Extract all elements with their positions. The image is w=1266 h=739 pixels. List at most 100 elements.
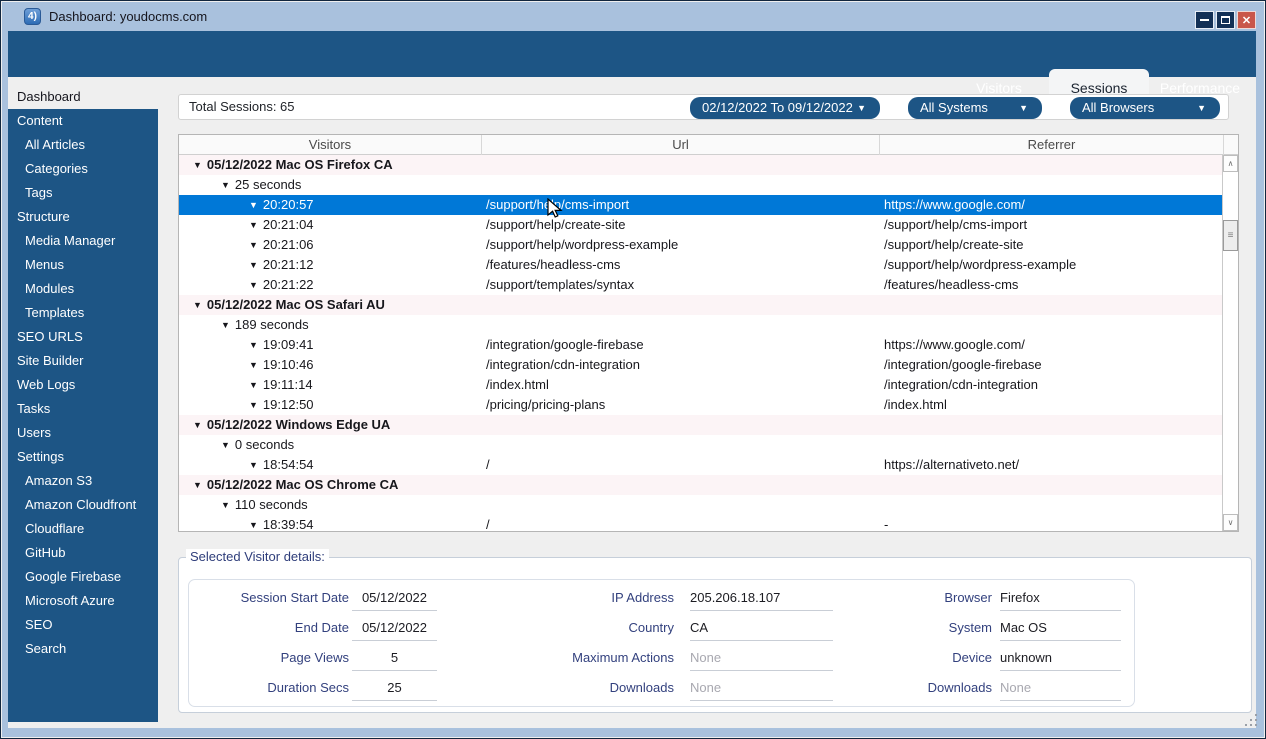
sidebar-item-tags[interactable]: Tags	[8, 181, 158, 205]
sidebar-item-amazon-cloudfront[interactable]: Amazon Cloudfront	[8, 493, 158, 517]
browsers-dropdown[interactable]: All Browsers▼	[1070, 97, 1220, 119]
url-cell: /	[486, 455, 876, 475]
sidebar-item-search[interactable]: Search	[8, 637, 158, 661]
sidebar-item-all-articles[interactable]: All Articles	[8, 133, 158, 157]
resize-grip[interactable]	[1243, 712, 1257, 726]
collapse-triangle-icon[interactable]: ▼	[249, 240, 258, 250]
collapse-triangle-icon[interactable]: ▼	[193, 160, 202, 170]
sidebar-item-settings[interactable]: Settings	[8, 445, 158, 469]
url-cell: /support/help/create-site	[486, 215, 876, 235]
referrer-cell: -	[884, 515, 1220, 531]
details-fields-panel: Session Start Date05/12/2022End Date05/1…	[188, 579, 1135, 707]
column-header-url[interactable]: Url	[482, 135, 880, 155]
sidebar-item-categories[interactable]: Categories	[8, 157, 158, 181]
session-row[interactable]: ▼20:21:06/support/help/wordpress-example…	[179, 235, 1222, 255]
sidebar-item-cloudflare[interactable]: Cloudflare	[8, 517, 158, 541]
collapse-triangle-icon[interactable]: ▼	[249, 460, 258, 470]
visitor-label: 19:11:14	[263, 377, 313, 392]
collapse-triangle-icon[interactable]: ▼	[249, 380, 258, 390]
collapse-triangle-icon[interactable]: ▼	[221, 500, 230, 510]
column-header-visitors[interactable]: Visitors	[179, 135, 482, 155]
sidebar-item-users[interactable]: Users	[8, 421, 158, 445]
session-row[interactable]: ▼20:21:04/support/help/create-site/suppo…	[179, 215, 1222, 235]
visitor-cell: ▼05/12/2022 Windows Edge UA	[193, 415, 1222, 435]
session-row[interactable]: ▼20:20:57/support/help/cms-importhttps:/…	[179, 195, 1222, 215]
session-row[interactable]: ▼20:21:12/features/headless-cms/support/…	[179, 255, 1222, 275]
collapse-triangle-icon[interactable]: ▼	[221, 440, 230, 450]
maximize-button[interactable]	[1216, 11, 1235, 29]
date-range-dropdown[interactable]: 02/12/2022 To 09/12/2022▼	[690, 97, 880, 119]
titlebar: 4) Dashboard: youdocms.com ✕	[2, 2, 1264, 31]
details-legend: Selected Visitor details:	[186, 549, 329, 564]
visitor-label: 05/12/2022 Mac OS Chrome CA	[207, 477, 398, 492]
visitor-label: 189 seconds	[235, 317, 309, 332]
collapse-triangle-icon[interactable]: ▼	[249, 200, 258, 210]
scrollbar-thumb[interactable]: ≡	[1223, 220, 1238, 251]
sidebar-item-amazon-s3[interactable]: Amazon S3	[8, 469, 158, 493]
sidebar-item-dashboard[interactable]: Dashboard	[8, 85, 158, 109]
scroll-down-icon[interactable]: ∨	[1223, 514, 1238, 531]
app-window: 4) Dashboard: youdocms.com ✕ Visitors Ses…	[0, 0, 1266, 739]
url-cell: /support/templates/syntax	[486, 275, 876, 295]
collapse-triangle-icon[interactable]: ▼	[249, 520, 258, 530]
sidebar-item-seo-urls[interactable]: SEO URLS	[8, 325, 158, 349]
column-header-referrer[interactable]: Referrer	[880, 135, 1224, 155]
visitor-label: 19:10:46	[263, 357, 314, 372]
referrer-cell: /features/headless-cms	[884, 275, 1220, 295]
session-duration-row[interactable]: ▼ 110 seconds	[179, 495, 1222, 515]
sidebar-item-menus[interactable]: Menus	[8, 253, 158, 277]
sidebar-item-templates[interactable]: Templates	[8, 301, 158, 325]
collapse-triangle-icon[interactable]: ▼	[221, 320, 230, 330]
collapse-triangle-icon[interactable]: ▼	[249, 360, 258, 370]
collapse-triangle-icon[interactable]: ▼	[221, 180, 230, 190]
sidebar-item-media-manager[interactable]: Media Manager	[8, 229, 158, 253]
collapse-triangle-icon[interactable]: ▼	[193, 300, 202, 310]
collapse-triangle-icon[interactable]: ▼	[249, 340, 258, 350]
sidebar-item-site-builder[interactable]: Site Builder	[8, 349, 158, 373]
sidebar-item-content[interactable]: Content	[8, 109, 158, 133]
session-row[interactable]: ▼19:10:46/integration/cdn-integration/in…	[179, 355, 1222, 375]
systems-dropdown[interactable]: All Systems▼	[908, 97, 1042, 119]
session-group-row[interactable]: ▼05/12/2022 Mac OS Safari AU	[179, 295, 1222, 315]
collapse-triangle-icon[interactable]: ▼	[193, 420, 202, 430]
visitor-label: 19:09:41	[263, 337, 314, 352]
sidebar-item-google-firebase[interactable]: Google Firebase	[8, 565, 158, 589]
sidebar-item-microsoft-azure[interactable]: Microsoft Azure	[8, 589, 158, 613]
minimize-button[interactable]	[1195, 11, 1214, 29]
collapse-triangle-icon[interactable]: ▼	[249, 220, 258, 230]
session-duration-row[interactable]: ▼ 189 seconds	[179, 315, 1222, 335]
visitor-label: 20:21:22	[263, 277, 314, 292]
total-sessions-label: Total Sessions: 65	[189, 95, 295, 119]
collapse-triangle-icon[interactable]: ▼	[193, 480, 202, 490]
collapse-triangle-icon[interactable]: ▼	[249, 400, 258, 410]
close-button[interactable]: ✕	[1237, 11, 1256, 29]
sidebar-item-web-logs[interactable]: Web Logs	[8, 373, 158, 397]
table-header: VisitorsUrlReferrer	[179, 135, 1238, 155]
session-group-row[interactable]: ▼05/12/2022 Mac OS Firefox CA	[179, 155, 1222, 175]
sidebar-item-seo[interactable]: SEO	[8, 613, 158, 637]
session-duration-row[interactable]: ▼0 seconds	[179, 435, 1222, 455]
sessions-table: VisitorsUrlReferrer ▼05/12/2022 Mac OS F…	[178, 134, 1239, 532]
session-row[interactable]: ▼19:12:50/pricing/pricing-plans/index.ht…	[179, 395, 1222, 415]
sidebar-item-tasks[interactable]: Tasks	[8, 397, 158, 421]
session-row[interactable]: ▼19:11:14/index.html/integration/cdn-int…	[179, 375, 1222, 395]
session-duration-row[interactable]: ▼25 seconds	[179, 175, 1222, 195]
collapse-triangle-icon[interactable]: ▼	[249, 260, 258, 270]
sidebar-item-github[interactable]: GitHub	[8, 541, 158, 565]
session-group-row[interactable]: ▼05/12/2022 Windows Edge UA	[179, 415, 1222, 435]
scroll-up-icon[interactable]: ∧	[1223, 155, 1238, 172]
sidebar-item-structure[interactable]: Structure	[8, 205, 158, 229]
session-row[interactable]: ▼ 20:21:22/support/templates/syntax/featu…	[179, 275, 1222, 295]
session-group-row[interactable]: ▼ 05/12/2022 Mac OS Chrome CA	[179, 475, 1222, 495]
table-scrollbar[interactable]: ∧ ≡ ∨	[1222, 155, 1238, 531]
visitor-label: 110 seconds	[235, 497, 308, 512]
details-panel: Selected Visitor details: Session Start …	[178, 557, 1252, 713]
visitor-cell: ▼ 189 seconds	[221, 315, 1222, 335]
window-border-right	[1256, 31, 1264, 728]
window-controls: ✕	[1195, 11, 1256, 29]
session-row[interactable]: ▼19:09:41/integration/google-firebasehtt…	[179, 335, 1222, 355]
session-row[interactable]: ▼18:54:54/https://alternativeto.net/	[179, 455, 1222, 475]
collapse-triangle-icon[interactable]: ▼	[249, 280, 258, 290]
session-row[interactable]: ▼18:39:54/-	[179, 515, 1222, 531]
sidebar-item-modules[interactable]: Modules	[8, 277, 158, 301]
